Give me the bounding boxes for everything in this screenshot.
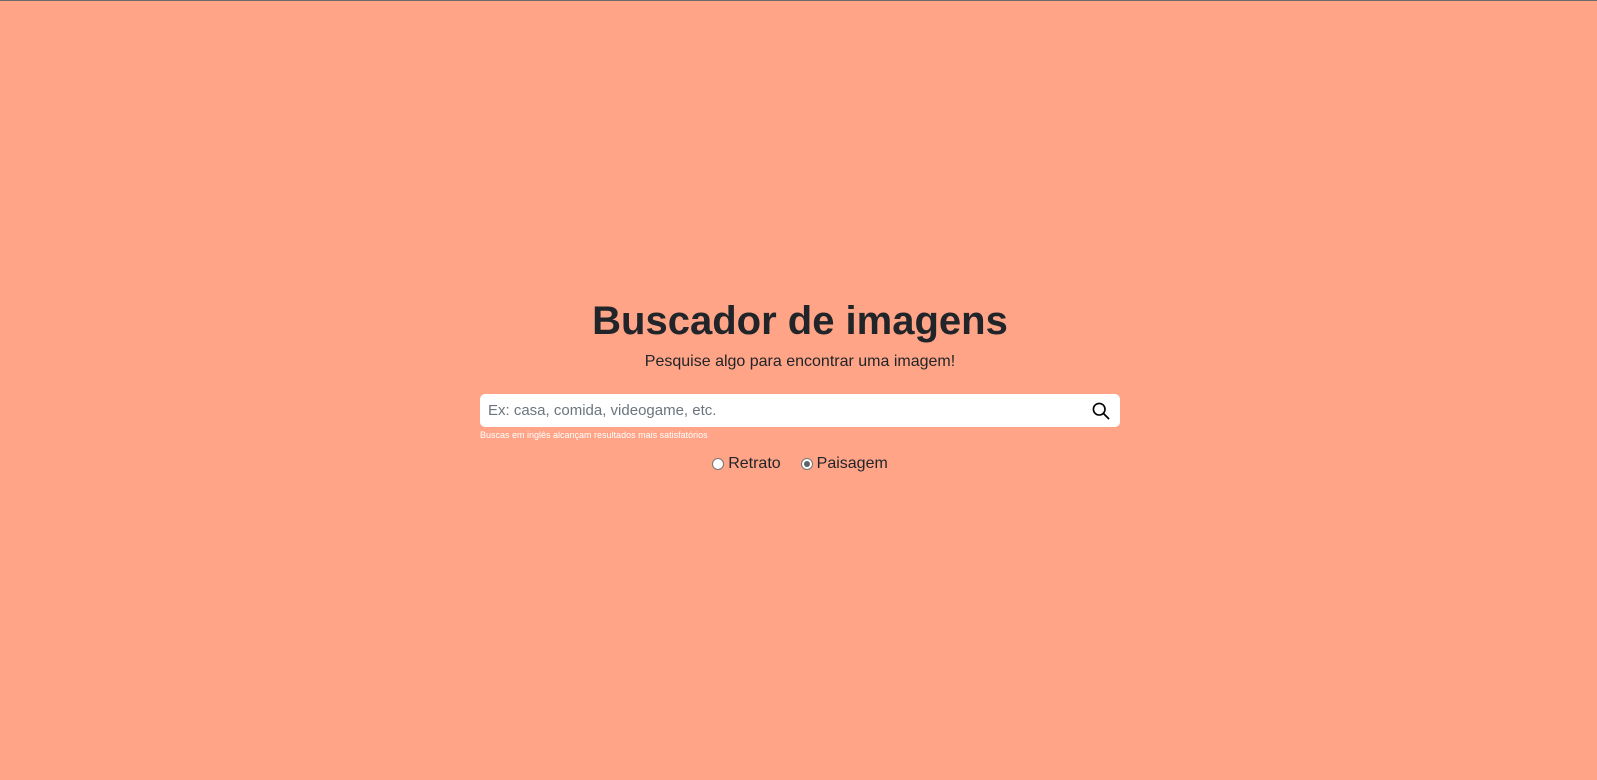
search-input[interactable] <box>480 394 1070 427</box>
search-box <box>480 394 1120 427</box>
radio-paisagem-circle[interactable] <box>800 458 813 470</box>
search-button[interactable] <box>1088 398 1114 424</box>
radio-paisagem[interactable]: Paisagem <box>800 454 888 474</box>
radio-retrato-label: Retrato <box>728 455 781 472</box>
radio-paisagem-label: Paisagem <box>816 455 888 472</box>
search-helper-text: Buscas em inglês alcançam resultados mai… <box>480 430 708 440</box>
orientation-radio-group: Retrato Paisagem <box>480 454 1120 474</box>
page-title: Buscador de imagens <box>592 299 1008 343</box>
search-panel: Buscador de imagens Pesquise algo para e… <box>480 297 1120 474</box>
radio-retrato-circle[interactable] <box>712 458 725 470</box>
search-icon <box>1092 402 1110 420</box>
radio-retrato[interactable]: Retrato <box>712 454 781 474</box>
page-subtitle: Pesquise algo para encontrar uma imagem! <box>644 353 956 370</box>
